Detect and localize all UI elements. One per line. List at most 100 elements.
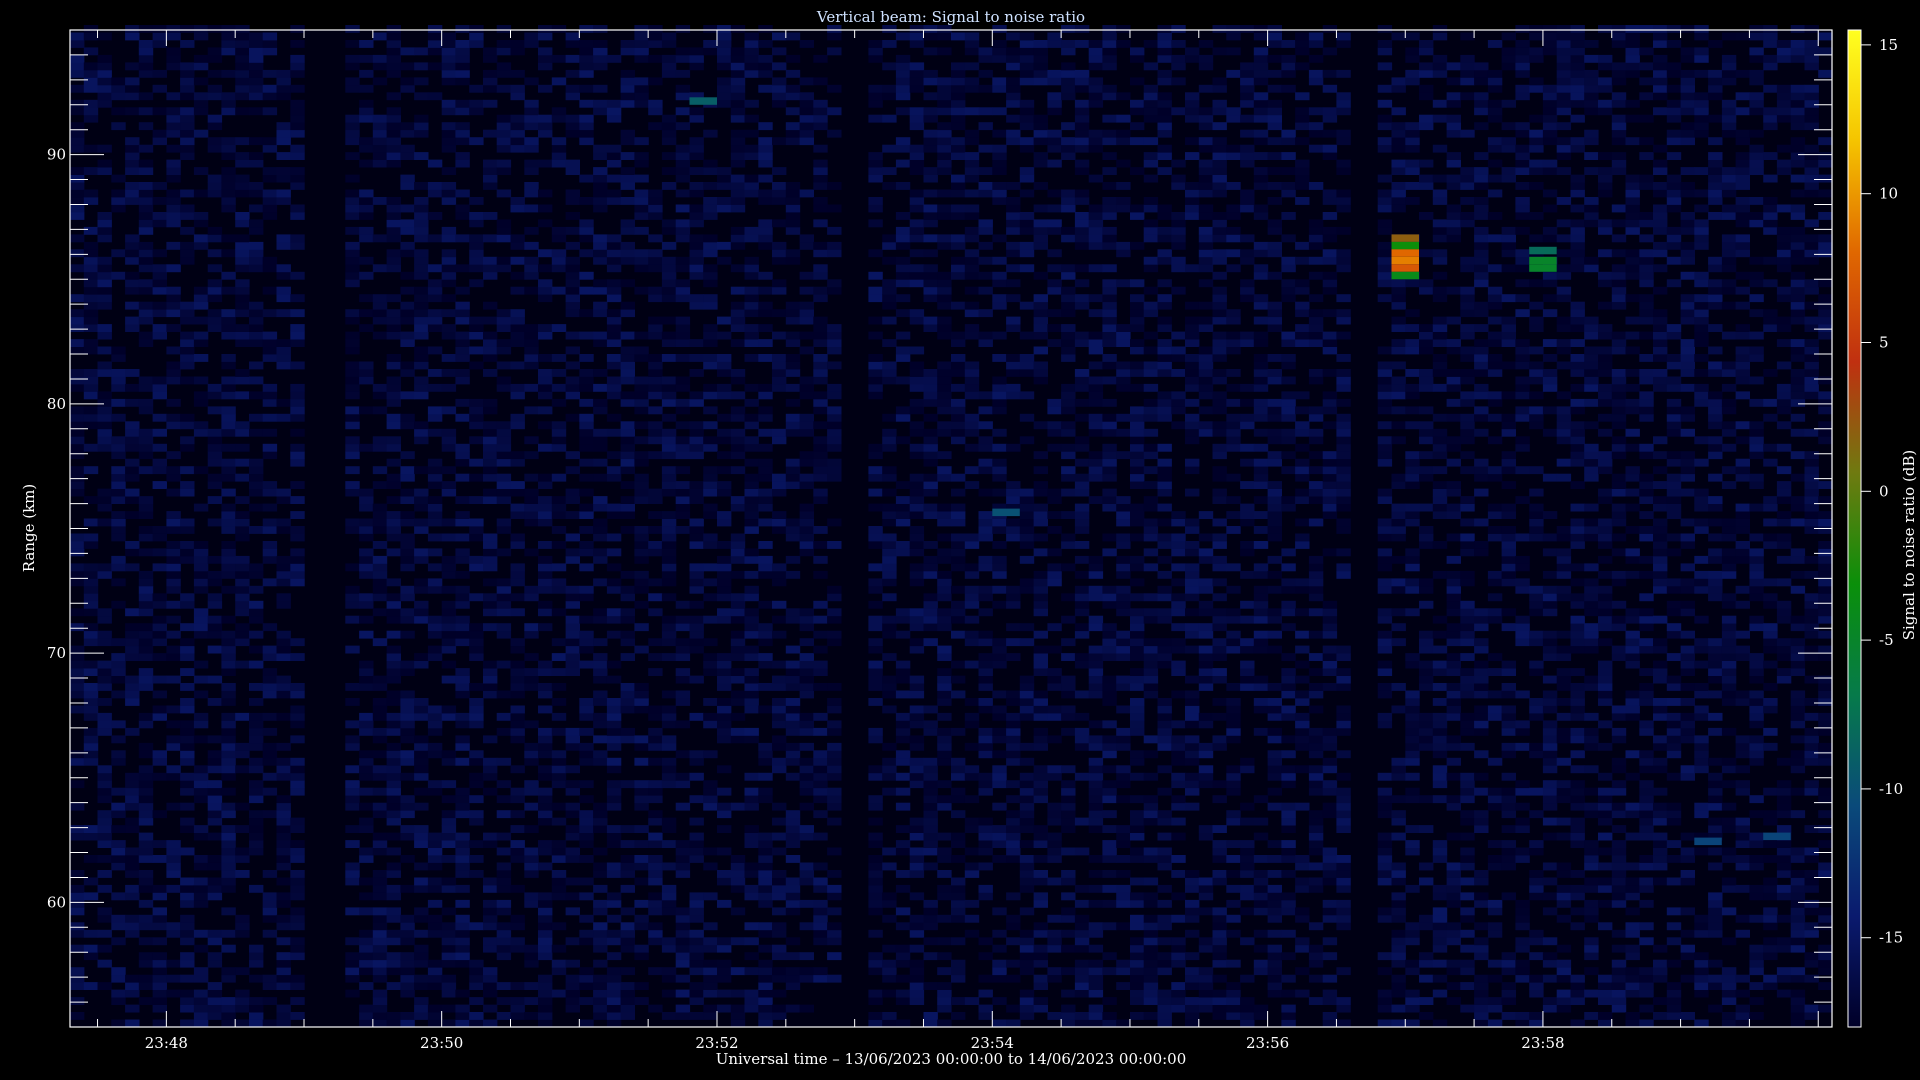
noise-cell bbox=[97, 346, 112, 355]
noise-cell bbox=[785, 899, 801, 908]
noise-cell bbox=[675, 152, 691, 160]
noise-cell bbox=[538, 391, 553, 400]
noise-cell bbox=[372, 877, 388, 886]
noise-cell bbox=[964, 40, 980, 48]
noise-cell bbox=[717, 518, 732, 527]
noise-cell bbox=[372, 526, 388, 534]
noise-cell bbox=[249, 92, 264, 101]
noise-cell bbox=[483, 1019, 498, 1028]
noise-cell bbox=[180, 354, 195, 362]
noise-cell bbox=[992, 84, 1007, 93]
noise-cell bbox=[400, 77, 415, 86]
noise-cell bbox=[648, 840, 663, 848]
noise-cell bbox=[703, 712, 718, 721]
noise-cell bbox=[70, 570, 85, 579]
noise-cell bbox=[799, 757, 814, 766]
noise-cell bbox=[83, 226, 99, 235]
noise-cell bbox=[400, 62, 415, 71]
noise-cell bbox=[951, 189, 966, 198]
noise-cell bbox=[193, 735, 209, 744]
noise-cell bbox=[125, 84, 140, 93]
noise-cell bbox=[359, 750, 374, 759]
noise-cell bbox=[882, 862, 897, 871]
noise-cell bbox=[661, 555, 677, 564]
noise-cell bbox=[909, 922, 925, 931]
noise-cell bbox=[1047, 189, 1062, 198]
noise-cell bbox=[799, 683, 814, 691]
noise-cell bbox=[675, 922, 691, 931]
noise-cell bbox=[97, 391, 112, 400]
noise-cell bbox=[772, 698, 787, 706]
noise-cell bbox=[951, 99, 966, 108]
noise-cell bbox=[1033, 959, 1048, 968]
noise-cell bbox=[661, 69, 677, 78]
noise-cell bbox=[510, 137, 525, 146]
noise-cell bbox=[799, 316, 814, 325]
noise-cell bbox=[193, 1004, 209, 1013]
noise-cell bbox=[152, 884, 167, 893]
noise-cell bbox=[1047, 443, 1062, 452]
noise-cell bbox=[593, 847, 608, 856]
noise-cell bbox=[138, 795, 154, 804]
noise-cell bbox=[827, 286, 842, 295]
noise-cell bbox=[427, 585, 443, 594]
noise-cell bbox=[125, 862, 140, 871]
noise-cell bbox=[785, 316, 801, 325]
noise-cell bbox=[483, 757, 498, 766]
noise-cell bbox=[235, 496, 250, 504]
noise-cell bbox=[882, 167, 897, 175]
noise-cell bbox=[427, 855, 443, 863]
noise-cell bbox=[455, 623, 470, 632]
noise-cell bbox=[620, 241, 635, 250]
noise-cell bbox=[593, 174, 608, 183]
noise-cell bbox=[524, 952, 539, 961]
noise-cell bbox=[276, 271, 291, 280]
noise-cell bbox=[70, 668, 85, 676]
noise-cell bbox=[262, 443, 278, 452]
noise-cell bbox=[152, 705, 167, 714]
noise-cell bbox=[249, 817, 264, 826]
noise-cell bbox=[1047, 32, 1062, 41]
noise-cell bbox=[166, 884, 181, 893]
noise-cell bbox=[249, 391, 264, 400]
noise-cell bbox=[978, 892, 993, 901]
noise-cell bbox=[785, 660, 801, 669]
noise-cell bbox=[455, 137, 470, 146]
noise-cell bbox=[221, 541, 236, 549]
noise-cell bbox=[345, 765, 360, 774]
noise-cell bbox=[235, 825, 250, 833]
noise-cell bbox=[427, 533, 443, 542]
noise-cell bbox=[276, 959, 291, 968]
noise-cell bbox=[758, 391, 773, 400]
noise-cell bbox=[193, 466, 209, 475]
noise-cell bbox=[538, 817, 553, 826]
noise-cell bbox=[455, 40, 470, 48]
noise-cell bbox=[386, 331, 401, 340]
noise-cell bbox=[951, 974, 966, 983]
noise-cell bbox=[414, 952, 429, 961]
noise-cell bbox=[593, 241, 608, 250]
noise-cell bbox=[992, 391, 1007, 400]
noise-cell bbox=[717, 413, 732, 422]
noise-cell bbox=[400, 548, 415, 557]
noise-cell bbox=[565, 383, 580, 392]
noise-cell bbox=[249, 376, 264, 385]
noise-cell bbox=[620, 780, 635, 789]
noise-cell bbox=[414, 234, 429, 243]
noise-cell bbox=[455, 339, 470, 347]
noise-cell bbox=[345, 720, 360, 729]
noise-cell bbox=[978, 727, 993, 736]
noise-cell bbox=[138, 675, 154, 684]
noise-cell bbox=[262, 144, 278, 153]
noise-cell bbox=[661, 690, 677, 699]
noise-cell bbox=[689, 249, 704, 258]
noise-cell bbox=[785, 107, 801, 116]
noise-cell bbox=[1047, 69, 1062, 78]
noise-cell bbox=[510, 997, 525, 1005]
noise-cell bbox=[152, 466, 167, 475]
noise-cell bbox=[386, 458, 401, 467]
noise-cell bbox=[992, 690, 1007, 699]
noise-cell bbox=[276, 967, 291, 976]
noise-cell bbox=[964, 167, 980, 175]
noise-cell bbox=[551, 107, 567, 116]
